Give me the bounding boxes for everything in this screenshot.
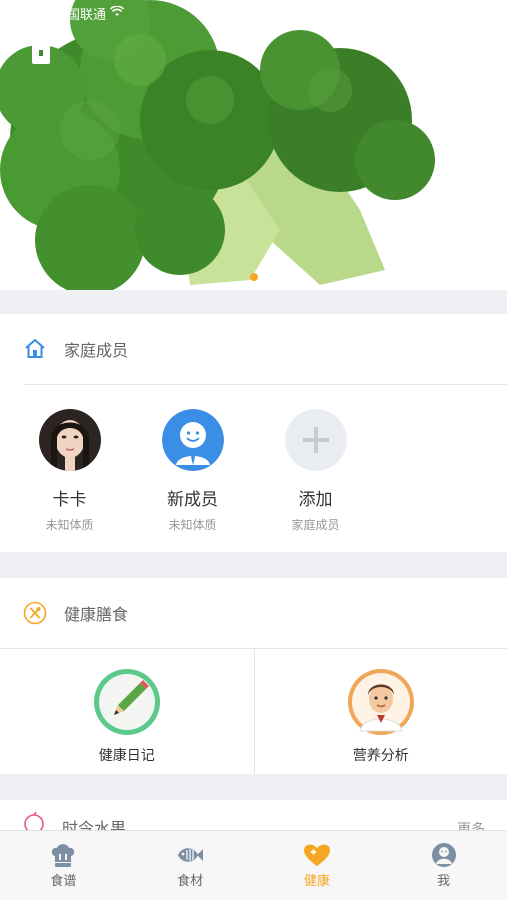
diet-section-header: 健康膳食 [0, 578, 507, 648]
health-diary-label: 健康日记 [98, 748, 155, 764]
pencil-icon [93, 669, 160, 735]
utensils-icon [22, 600, 48, 626]
tab-label: 我 [437, 874, 451, 889]
tab-recipes[interactable]: 食谱 [0, 831, 127, 900]
tab-me[interactable]: 我 [380, 831, 507, 900]
user-icon [431, 843, 456, 867]
status-time: 下午5:2 [216, 7, 263, 23]
photo-avatar [38, 409, 101, 471]
family-section-header: 家庭成员 [0, 314, 507, 384]
broccoli-banner[interactable]: 中国联通 下午5:2 [0, 0, 507, 290]
wifi-icon [109, 5, 125, 20]
health-diary-button[interactable]: 健康日记 [0, 649, 254, 775]
healthy-diet-card: 健康膳食 健康日记 营养分析 [0, 578, 507, 775]
nutrition-analysis-label: 营养分析 [352, 748, 409, 764]
member-constitution: 未知体质 [45, 518, 94, 532]
seasonal-fruit-title: 时令水果 [62, 819, 127, 830]
seasonal-fruit-header: 时令水果 更多 [0, 800, 507, 830]
diet-section-title: 健康膳食 [64, 605, 129, 624]
device-bind-icon[interactable] [28, 36, 54, 66]
home-icon [22, 336, 48, 362]
add-icon [284, 409, 347, 471]
member-name: 新成员 [167, 490, 218, 510]
member-constitution: 未知体质 [168, 518, 217, 532]
fish-icon [178, 848, 204, 862]
status-bar: 中国联通 下午5:2 [0, 0, 507, 26]
add-member-button[interactable]: 添加 家庭成员 [254, 409, 377, 533]
diet-grid: 健康日记 营养分析 [0, 648, 507, 775]
member-list: 卡卡 未知体质 新成员 未知体质 添加 家庭成员 [0, 385, 507, 533]
nutrition-analysis-button[interactable]: 营养分析 [253, 649, 507, 775]
add-label: 添加 [298, 490, 333, 510]
carousel-dot-active [249, 273, 258, 281]
bottom-tab-bar: 食谱 食材 健康 我 [0, 830, 507, 900]
family-section-title: 家庭成员 [64, 341, 129, 360]
add-sublabel: 家庭成员 [291, 518, 340, 532]
tab-label: 健康 [303, 874, 330, 889]
family-members-card: 家庭成员 卡卡 未知体质 新成员 未知体质 添加 家庭成员 [0, 314, 507, 552]
carrier-label: 中国联通 [54, 7, 107, 23]
fruit-icon [22, 811, 46, 830]
tab-health[interactable]: 健康 [254, 831, 381, 900]
more-link[interactable]: 更多 [457, 819, 485, 830]
doctor-icon [347, 669, 414, 735]
broccoli-image [0, 0, 507, 290]
carousel-indicator [0, 273, 507, 281]
tab-label: 食材 [177, 874, 204, 889]
tab-ingredients[interactable]: 食材 [127, 831, 254, 900]
chef-hat-icon [52, 844, 75, 867]
member-kaka[interactable]: 卡卡 未知体质 [8, 409, 131, 533]
tab-label: 食谱 [50, 874, 77, 889]
smiley-avatar [161, 409, 224, 471]
member-new[interactable]: 新成员 未知体质 [131, 409, 254, 533]
heart-icon [303, 844, 330, 866]
member-name: 卡卡 [52, 490, 87, 510]
